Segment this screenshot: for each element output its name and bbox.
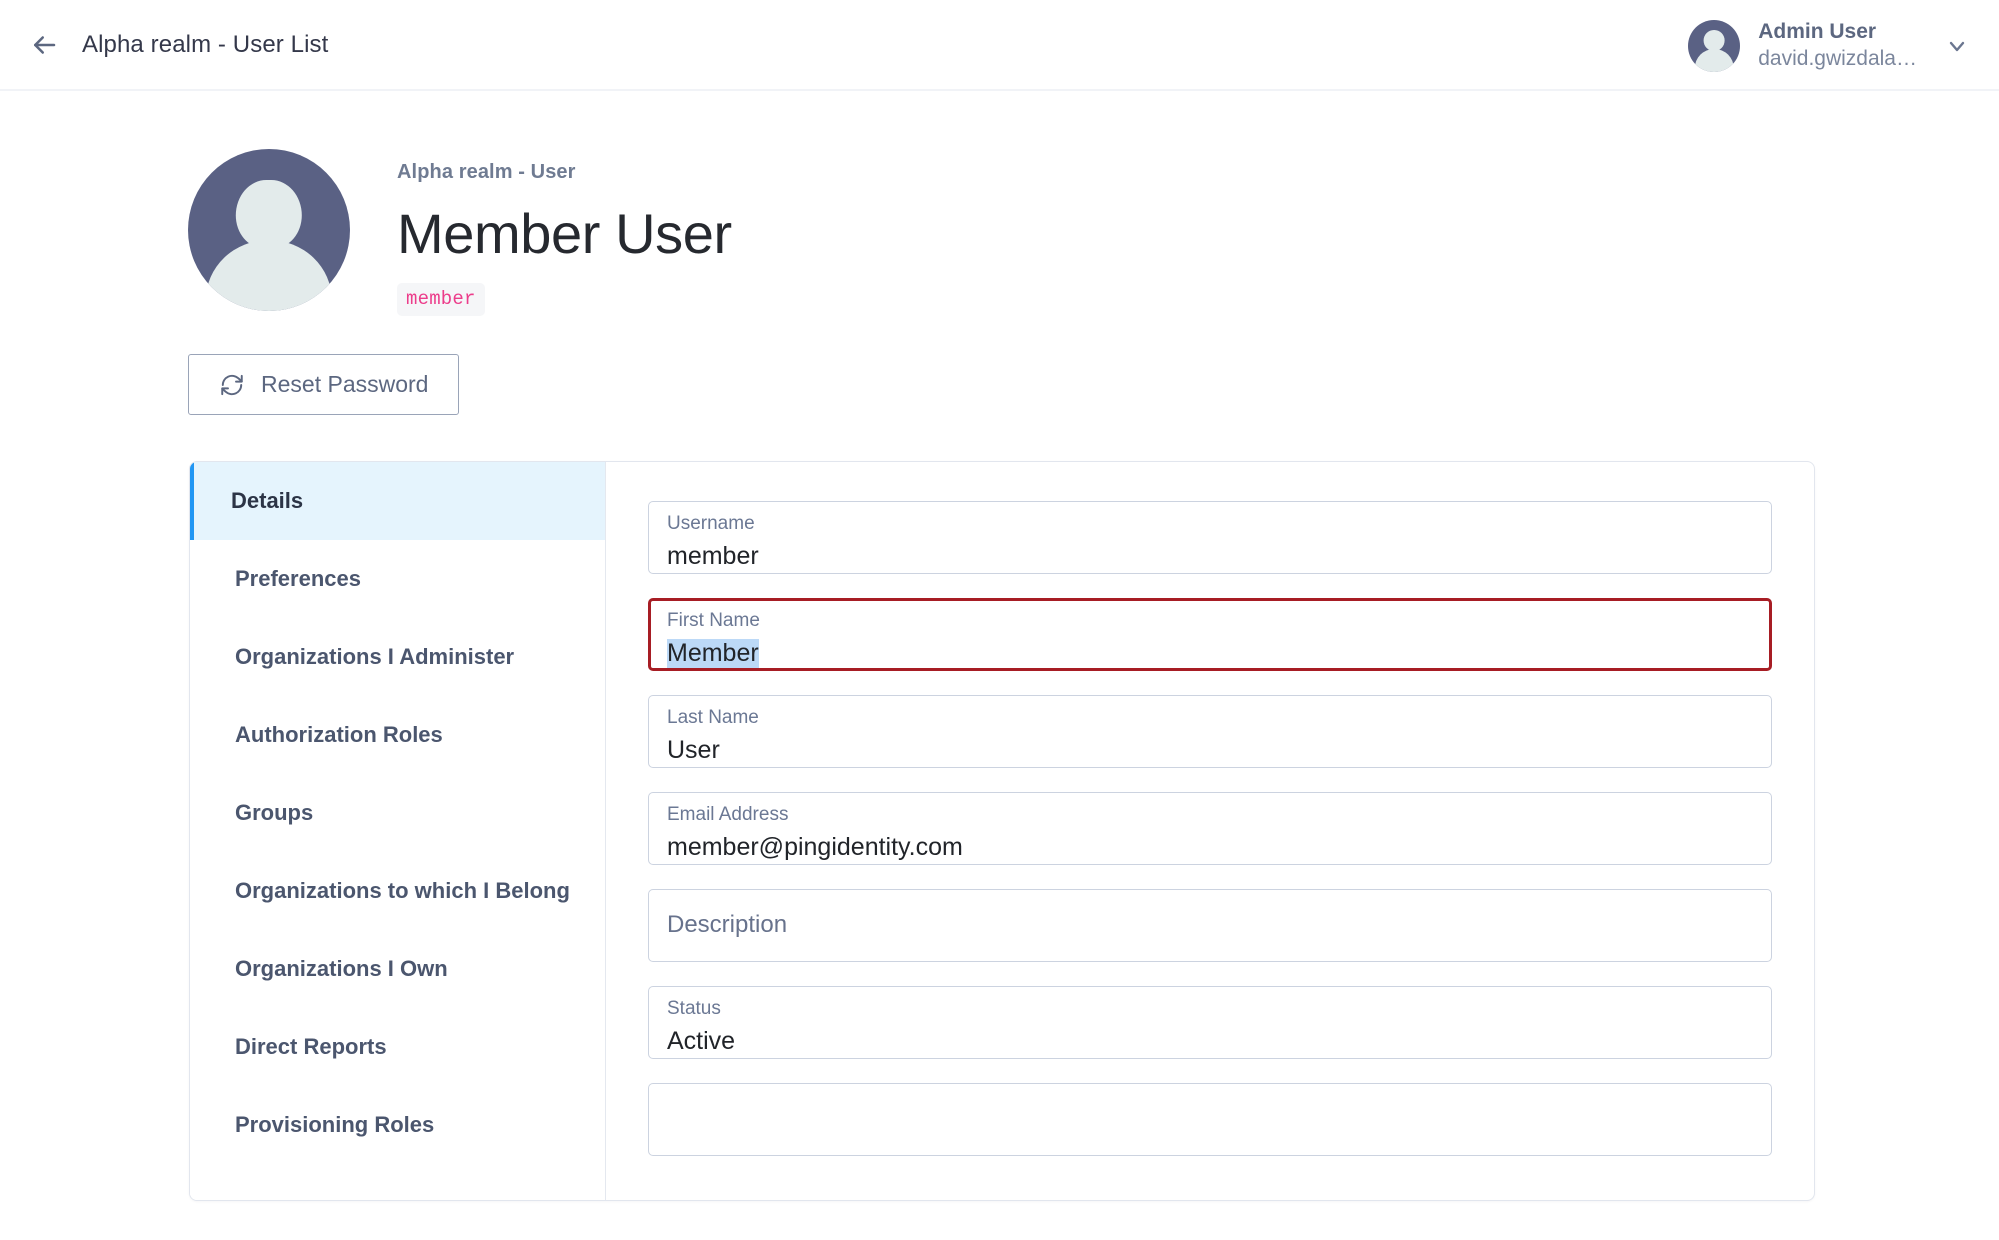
field-label: Email Address	[667, 804, 789, 826]
reset-password-label: Reset Password	[261, 371, 429, 398]
sidebar-item-organizations-to-which-i-belong[interactable]: Organizations to which I Belong	[190, 852, 605, 930]
username-badge: member	[397, 283, 485, 317]
action-bar: Reset Password	[0, 316, 1999, 416]
account-menu[interactable]: Admin User david.gwizdala…	[1688, 0, 1969, 91]
sidebar-item-direct-reports[interactable]: Direct Reports	[190, 1008, 605, 1086]
sidebar-item-label: Authorization Roles	[235, 722, 443, 748]
sidebar-item-preferences[interactable]: Preferences	[190, 540, 605, 618]
sidebar-item-details[interactable]: Details	[190, 462, 605, 541]
refresh-icon	[219, 372, 245, 398]
sidebar-item-label: Groups	[235, 800, 314, 826]
sidebar-item-label: Organizations I Administer	[235, 644, 515, 670]
sidebar-item-authorization-roles[interactable]: Authorization Roles	[190, 696, 605, 774]
sidebar-item-provisioning-roles[interactable]: Provisioning Roles	[190, 1086, 605, 1164]
sidebar-item-label: Provisioning Roles	[235, 1112, 435, 1138]
status-field[interactable]: Status Active	[648, 986, 1772, 1060]
user-detail-card: Details Preferences Organizations I Admi…	[189, 461, 1815, 1202]
field-label: Last Name	[667, 707, 759, 729]
sidebar-item-label: Details	[231, 488, 304, 514]
page-title: Member User	[397, 202, 732, 265]
details-form: Username member First Name Member Last N…	[606, 462, 1814, 1200]
sidebar-item-label: Organizations to which I Belong	[235, 878, 570, 904]
chevron-down-icon[interactable]	[1945, 34, 1969, 58]
top-header-bar: Alpha realm - User List Admin User david…	[0, 0, 1999, 91]
breadcrumb[interactable]: Alpha realm - User List	[82, 31, 328, 59]
avatar	[188, 149, 350, 311]
field-value: member@pingidentity.com	[667, 833, 963, 862]
profile-header: Alpha realm - User Member User member	[0, 91, 1999, 317]
user-avatar-icon	[1688, 19, 1741, 72]
email-address-field[interactable]: Email Address member@pingidentity.com	[648, 792, 1772, 866]
first-name-field[interactable]: First Name Member	[648, 598, 1772, 672]
username-field[interactable]: Username member	[648, 501, 1772, 575]
field-placeholder: Description	[667, 911, 788, 939]
field-label: Username	[667, 513, 755, 535]
arrow-left-icon[interactable]	[22, 23, 66, 67]
field-value: Active	[667, 1027, 736, 1056]
field-label: Status	[667, 998, 721, 1020]
reset-password-button[interactable]: Reset Password	[188, 354, 460, 416]
sidebar-item-label: Preferences	[235, 566, 361, 592]
next-field-partial[interactable]	[648, 1083, 1772, 1157]
field-label: First Name	[667, 610, 760, 632]
sidebar-item-label: Direct Reports	[235, 1034, 387, 1060]
description-field[interactable]: Description	[648, 889, 1772, 963]
sidebar-item-groups[interactable]: Groups	[190, 774, 605, 852]
sidebar-item-label: Organizations I Own	[235, 956, 448, 982]
field-value: Member	[667, 639, 759, 668]
last-name-field[interactable]: Last Name User	[648, 695, 1772, 769]
account-name: Admin User	[1758, 19, 1877, 43]
sidebar-item-organizations-i-own[interactable]: Organizations I Own	[190, 930, 605, 1008]
account-email: david.gwizdala…	[1758, 46, 1917, 70]
field-value: User	[667, 736, 720, 765]
detail-sidebar: Details Preferences Organizations I Admi…	[190, 462, 606, 1201]
field-value: member	[667, 542, 759, 571]
sidebar-item-organizations-i-administer[interactable]: Organizations I Administer	[190, 618, 605, 696]
realm-label: Alpha realm - User	[397, 161, 576, 183]
